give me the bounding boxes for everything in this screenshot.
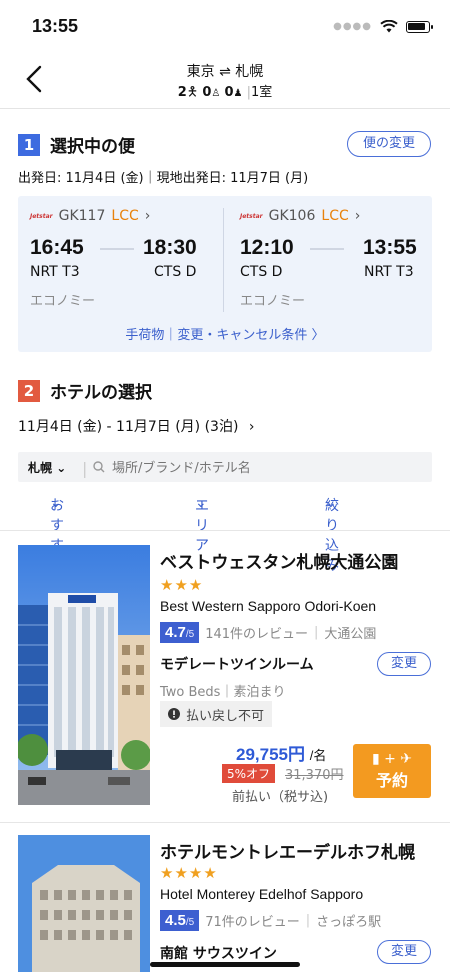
- lcc-badge: LCC: [111, 208, 139, 224]
- flight-line: [100, 248, 134, 250]
- room-details: Two Beds｜素泊まり: [160, 685, 286, 700]
- book-button[interactable]: ▮ + ✈ 予約: [353, 744, 431, 798]
- battery-icon: [406, 20, 433, 33]
- divider: [0, 822, 450, 823]
- route-title: 東京 ⇌ 札幌: [186, 64, 264, 80]
- cabin-class: エコノミー: [30, 294, 96, 309]
- arrival-airport: NRT T3: [364, 264, 414, 280]
- hotel-search-input[interactable]: [110, 456, 414, 480]
- status-icons: ●●●●: [333, 20, 433, 33]
- departure-airport: CTS D: [240, 264, 283, 280]
- divider: [223, 208, 224, 312]
- nav-bar: 東京 ⇌ 札幌 2🯅 0♙ 0♟ |1室: [0, 54, 450, 109]
- outbound-flight[interactable]: Jetstar GK117 LCC › 16:45 18:30 NRT T3 C…: [18, 196, 218, 316]
- status-bar: 13:55 ●●●●: [0, 0, 450, 54]
- chevron-right-icon: ›: [248, 419, 255, 435]
- adult-count: 2: [177, 85, 187, 100]
- price: 29,755円 /名: [236, 745, 327, 764]
- wifi-icon: [380, 20, 398, 33]
- payment-note: 前払い（税サ込): [232, 790, 329, 805]
- infant-count: 0: [224, 85, 234, 100]
- travellers-summary: 2🯅 0♙ 0♟ |1室: [177, 85, 273, 100]
- hotel-search-bar: 札幌 ⌄ |: [18, 452, 432, 482]
- section-title: ホテルの選択: [50, 383, 152, 403]
- change-room-button[interactable]: 変更: [377, 652, 431, 676]
- status-time: 13:55: [32, 16, 79, 36]
- flight-line: [310, 248, 344, 250]
- hotel-area: 大通公園: [324, 627, 377, 642]
- search-icon: [93, 461, 105, 473]
- flight-number: GK117: [58, 208, 106, 224]
- hotel-photo[interactable]: [18, 835, 150, 972]
- return-flight[interactable]: Jetstar GK106 LCC › 12:10 13:55 CTS D NR…: [228, 196, 428, 316]
- review-score: 4.7/5: [160, 622, 200, 643]
- jetstar-logo: Jetstar: [30, 212, 53, 220]
- child-icon: ♙: [211, 88, 221, 99]
- signal-icon: ●●●●: [333, 21, 372, 32]
- home-indicator: [150, 962, 300, 967]
- review-count: 71件のレビュー: [205, 915, 300, 930]
- hotel-plus-flight-icon: ▮ + ✈: [371, 751, 413, 767]
- room-type: モデレートツインルーム: [160, 657, 314, 673]
- cabin-class: エコノミー: [240, 294, 306, 309]
- city-selector[interactable]: 札幌 ⌄: [28, 459, 66, 476]
- arrival-time: 13:55: [363, 236, 417, 259]
- review-score: 4.5/5: [160, 910, 200, 931]
- city-name: 札幌: [28, 461, 53, 475]
- review-count: 141件のレビュー: [205, 627, 309, 642]
- adult-icon: 🯅: [186, 85, 199, 100]
- star-rating: ★★★: [160, 576, 204, 594]
- review-summary: 4.5/5 71件のレビュー | さっぽろ駅: [160, 910, 381, 931]
- discount-badge: 5%オフ: [222, 764, 276, 783]
- hotel-name-en: Best Western Sapporo Odori-Koen: [160, 598, 377, 614]
- chevron-right-icon: ›: [354, 208, 361, 224]
- stay-dates: 11月4日 (金) - 11月7日 (月) (3泊): [18, 419, 239, 435]
- change-room-button[interactable]: 変更: [377, 940, 431, 964]
- hotel-section-header: 2 ホテルの選択: [18, 378, 152, 403]
- section-title: 選択中の便: [50, 137, 135, 157]
- chevron-down-icon: ⌄: [325, 495, 337, 511]
- chevron-right-icon: ›: [144, 208, 151, 224]
- chevron-down-icon: ⌄: [56, 461, 67, 475]
- chevron-down-icon: ⌄: [195, 495, 207, 511]
- arrival-time: 18:30: [143, 236, 197, 259]
- hotel-name-en: Hotel Monterey Edelhof Sapporo: [160, 886, 364, 902]
- departure-time: 16:45: [30, 236, 84, 259]
- original-price: 31,370円: [285, 768, 344, 783]
- change-flight-button[interactable]: 便の変更: [347, 131, 431, 157]
- hotel-name[interactable]: ホテルモントレエーデルホフ札幌: [160, 838, 415, 863]
- departure-airport: NRT T3: [30, 264, 80, 280]
- baggage-conditions-link[interactable]: 手荷物｜変更・キャンセル条件 〉: [18, 324, 432, 343]
- flight-number: GK106: [268, 208, 316, 224]
- flight-card[interactable]: Jetstar GK117 LCC › 16:45 18:30 NRT T3 C…: [18, 196, 432, 352]
- sort-filter-bar: おすすめ ⌄ エリア ⌄ 絞り込み ⌄: [50, 495, 339, 574]
- hotel-photo[interactable]: [18, 545, 150, 805]
- hotel-area: さっぽろ駅: [316, 915, 382, 930]
- section-number: 1: [18, 133, 40, 156]
- stay-dates-selector[interactable]: 11月4日 (金) - 11月7日 (月) (3泊) ›: [18, 416, 255, 436]
- flight-dates: 出発日: 11月4日 (金)｜現地出発日: 11月7日 (月): [18, 171, 309, 186]
- room-count: 1室: [251, 85, 273, 100]
- arrival-airport: CTS D: [154, 264, 197, 280]
- divider: [0, 530, 450, 531]
- room-type: 南館 サウスツイン: [160, 946, 277, 962]
- hotel-name[interactable]: ベストウェスタン札幌大通公園: [160, 548, 398, 573]
- chevron-down-icon: ⌄: [50, 495, 62, 511]
- lcc-badge: LCC: [321, 208, 349, 224]
- review-summary: 4.7/5 141件のレビュー | 大通公園: [160, 622, 376, 643]
- infant-icon: ♟: [233, 88, 243, 99]
- flights-section-header: 1 選択中の便: [18, 132, 135, 157]
- non-refundable-badge: 払い戻し不可: [160, 701, 273, 727]
- info-icon: [168, 708, 180, 720]
- departure-time: 12:10: [240, 236, 294, 259]
- section-number: 2: [18, 379, 40, 402]
- jetstar-logo: Jetstar: [240, 212, 263, 220]
- star-rating: ★★★★: [160, 864, 218, 882]
